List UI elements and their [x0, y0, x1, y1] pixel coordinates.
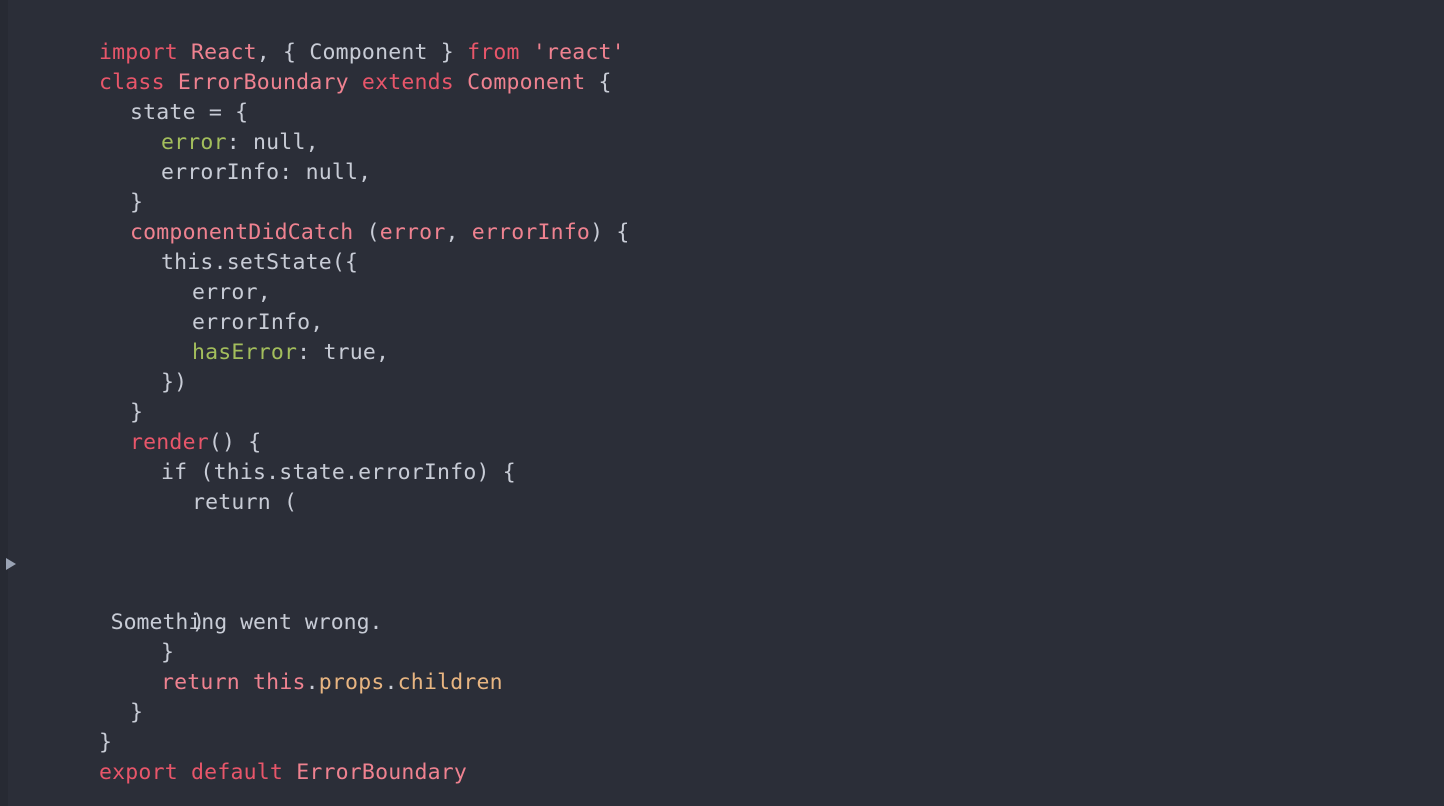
code-line[interactable]: }: [0, 728, 1444, 758]
code-token: return: [161, 670, 240, 695]
code-line[interactable]: error: null,: [0, 128, 1444, 158]
rendered-error-output-row[interactable]: Something went wrong.: [0, 548, 1444, 635]
code-token: if (this.state.errorInfo) {: [161, 460, 516, 485]
code-line[interactable]: }): [0, 368, 1444, 398]
code-line[interactable]: if (this.state.errorInfo) {: [0, 458, 1444, 488]
code-token: .: [305, 670, 319, 695]
code-block-top: import React, { Component } from 'react'…: [0, 38, 1444, 518]
code-token: props: [318, 670, 385, 695]
code-line[interactable]: return (: [0, 488, 1444, 518]
code-token: render: [130, 430, 209, 455]
code-line[interactable]: errorInfo,: [0, 308, 1444, 338]
code-token: this: [253, 670, 306, 695]
code-line[interactable]: componentDidCatch (error, errorInfo) {: [0, 218, 1444, 248]
code-token: () {: [208, 430, 262, 455]
code-token: from: [467, 40, 520, 65]
code-token: error,: [192, 280, 271, 305]
code-token: this.setState({: [161, 250, 359, 275]
code-token: import: [99, 40, 178, 65]
code-token: ): [192, 610, 206, 635]
code-token: {: [585, 70, 612, 95]
code-token: ,: [445, 220, 472, 245]
code-token: error: [161, 130, 227, 155]
code-line[interactable]: }: [0, 638, 1444, 668]
code-line[interactable]: errorInfo: null,: [0, 158, 1444, 188]
code-editor-window: import React, { Component } from 'react'…: [0, 0, 1444, 806]
code-line[interactable]: render() {: [0, 428, 1444, 458]
code-token: errorInfo: null,: [161, 160, 372, 185]
code-token: React: [191, 40, 257, 65]
code-token: , {: [256, 40, 310, 65]
code-line[interactable]: return this.props.children: [0, 668, 1444, 698]
code-token: return (: [192, 490, 298, 515]
code-token: errorInfo,: [192, 310, 324, 335]
code-token: 'react': [532, 40, 625, 65]
code-line[interactable]: }: [0, 698, 1444, 728]
code-token: ErrorBoundary: [296, 760, 468, 785]
code-line[interactable]: error,: [0, 278, 1444, 308]
code-token: }): [161, 370, 188, 395]
code-token: Component: [467, 70, 586, 95]
code-token: ErrorBoundary: [177, 70, 349, 95]
code-token: }: [130, 400, 144, 425]
code-line[interactable]: }: [0, 188, 1444, 218]
code-token: ) {: [590, 220, 630, 245]
code-token: }: [427, 40, 468, 65]
code-token: class: [99, 70, 165, 95]
code-line[interactable]: hasError: true,: [0, 338, 1444, 368]
code-token: default: [191, 760, 284, 785]
code-line[interactable]: export default ErrorBoundary: [0, 758, 1444, 788]
code-line[interactable]: class ErrorBoundary extends Component {: [0, 68, 1444, 98]
code-token: }: [130, 700, 144, 725]
code-token: export: [99, 760, 178, 785]
code-content-area[interactable]: import React, { Component } from 'react'…: [0, 0, 1444, 806]
code-token: }: [130, 190, 144, 215]
code-token: .: [384, 670, 398, 695]
code-token: }: [161, 640, 175, 665]
code-token: Component: [309, 40, 428, 65]
code-line[interactable]: this.setState({: [0, 248, 1444, 278]
code-token: hasError: [192, 340, 298, 365]
code-block-bottom: )} return this.props.children}} export def…: [0, 608, 1444, 788]
code-line[interactable]: }: [0, 398, 1444, 428]
code-token: errorInfo: [471, 220, 591, 245]
code-token: componentDidCatch: [130, 220, 354, 245]
code-token: (: [353, 220, 380, 245]
disclosure-triangle-icon[interactable]: [6, 558, 16, 570]
code-token: children: [397, 670, 503, 695]
code-token: : null,: [226, 130, 319, 155]
code-token: }: [99, 730, 113, 755]
code-line[interactable]: ): [0, 608, 1444, 638]
code-token: : true,: [297, 340, 390, 365]
code-token: state = {: [130, 100, 249, 125]
code-token: extends: [361, 70, 454, 95]
code-line[interactable]: state = {: [0, 98, 1444, 128]
code-token: error: [379, 220, 446, 245]
code-line[interactable]: import React, { Component } from 'react': [0, 38, 1444, 68]
